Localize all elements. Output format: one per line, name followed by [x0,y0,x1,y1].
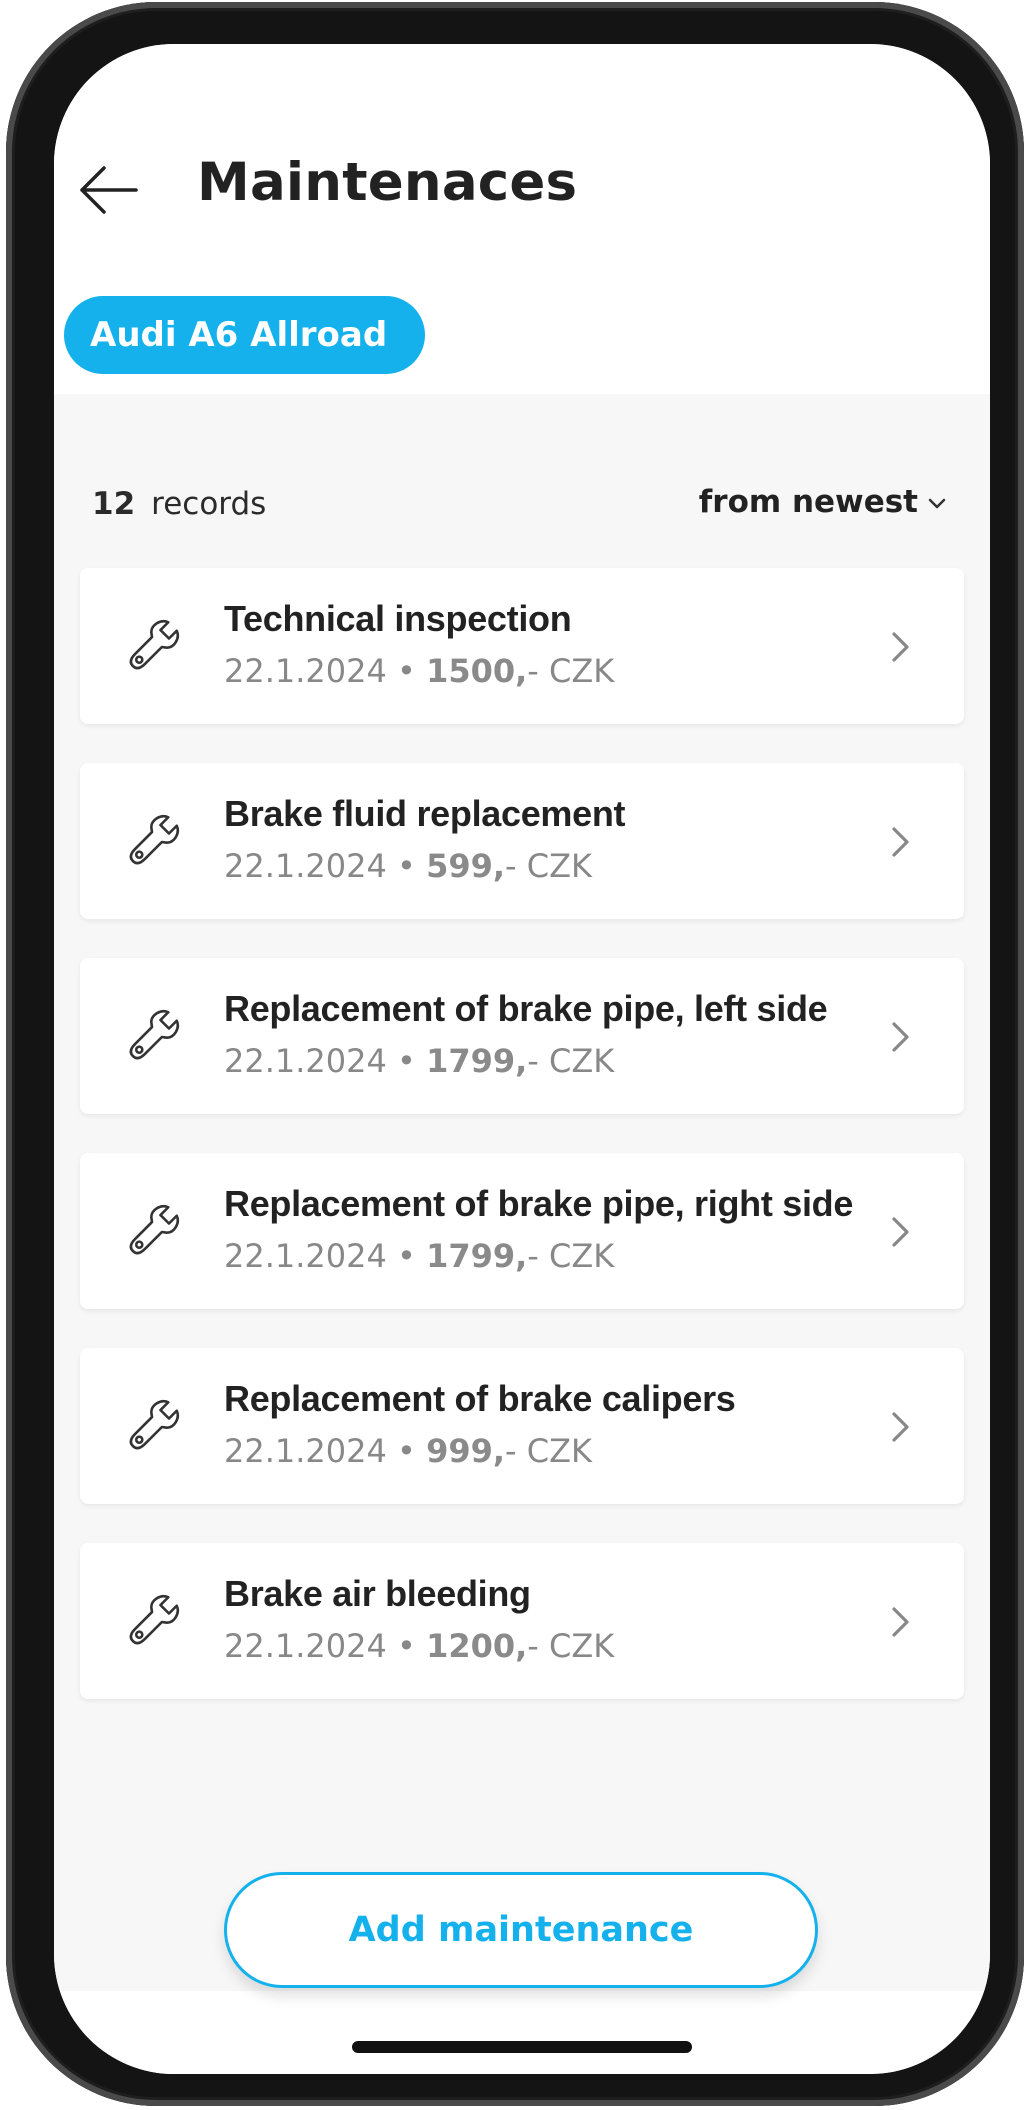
record-price: 1500, [426,652,528,690]
wrench-icon [129,620,179,670]
arrow-left-icon[interactable] [76,162,140,218]
record-separator: • [386,652,427,690]
record-date: 22.1.2024 [224,1432,387,1470]
record-separator: • [386,1627,427,1665]
app-header: Maintenaces [54,44,990,254]
record-price: 599, [426,847,506,885]
record-title: Replacement of brake pipe, left side [224,988,828,1029]
record-date: 22.1.2024 [224,652,387,690]
record-currency: - CZK [527,652,615,690]
record-title: Brake air bleeding [224,1573,531,1614]
maintenance-list: Technical inspection 22.1.2024 • 1500,- … [80,568,964,1738]
record-separator: • [386,1042,427,1080]
record-price: 1799, [426,1042,528,1080]
record-date: 22.1.2024 [224,847,387,885]
record-meta: 22.1.2024 • 999,- CZK [224,1432,592,1470]
app-screen: Maintenaces Audi A6 Allroad 12 records fr… [54,44,990,2074]
wrench-icon [129,815,179,865]
record-currency: - CZK [505,1432,592,1470]
record-title: Replacement of brake pipe, right side [224,1183,854,1224]
chevron-right-icon [892,1607,909,1637]
record-date: 22.1.2024 [224,1627,387,1665]
record-date: 22.1.2024 [224,1042,387,1080]
record-separator: • [386,847,427,885]
record-title: Technical inspection [224,598,572,639]
record-date: 22.1.2024 [224,1237,387,1275]
records-label: records [151,486,267,522]
list-item[interactable]: Brake fluid replacement 22.1.2024 • 599,… [80,763,964,919]
record-title: Replacement of brake calipers [224,1378,736,1419]
home-indicator[interactable] [352,2041,692,2053]
record-separator: • [386,1432,427,1470]
list-item[interactable]: Brake air bleeding 22.1.2024 • 1200,- CZ… [80,1543,964,1699]
record-meta: 22.1.2024 • 1200,- CZK [224,1627,614,1665]
bottom-safe-area [54,1991,990,2074]
record-meta: 22.1.2024 • 1799,- CZK [224,1237,614,1275]
records-count-value: 12 [92,486,136,522]
sort-dropdown[interactable]: from newest [699,484,946,520]
record-price: 1200, [426,1627,528,1665]
wrench-icon [129,1595,179,1645]
add-maintenance-button[interactable]: Add maintenance [224,1872,818,1988]
chevron-right-icon [892,827,909,857]
record-currency: - CZK [505,847,592,885]
phone-frame: Maintenaces Audi A6 Allroad 12 records fr… [6,2,1024,2106]
record-price: 1799, [426,1237,528,1275]
list-item[interactable]: Technical inspection 22.1.2024 • 1500,- … [80,568,964,724]
chevron-down-icon [928,498,946,508]
wrench-icon [129,1400,179,1450]
chevron-right-icon [892,1217,909,1247]
record-meta: 22.1.2024 • 1500,- CZK [224,652,614,690]
record-currency: - CZK [527,1042,615,1080]
sort-label: from newest [698,484,918,520]
record-currency: - CZK [527,1237,615,1275]
records-count: 12 records [92,486,266,522]
wrench-icon [129,1010,179,1060]
record-currency: - CZK [527,1627,615,1665]
wrench-icon [129,1205,179,1255]
list-item[interactable]: Replacement of brake calipers 22.1.2024 … [80,1348,964,1504]
record-meta: 22.1.2024 • 599,- CZK [224,847,592,885]
page-title: Maintenaces [197,152,578,213]
record-price: 999, [426,1432,506,1470]
maintenance-list-area: 12 records from newest Technical inspecti… [54,394,990,1991]
record-meta: 22.1.2024 • 1799,- CZK [224,1042,614,1080]
chevron-right-icon [892,1412,909,1442]
list-item[interactable]: Replacement of brake pipe, left side 22.… [80,958,964,1114]
chevron-right-icon [892,1022,909,1052]
chevron-right-icon [892,632,909,662]
record-separator: • [386,1237,427,1275]
vehicle-chip[interactable]: Audi A6 Allroad [64,296,426,374]
list-item[interactable]: Replacement of brake pipe, right side 22… [80,1153,964,1309]
record-title: Brake fluid replacement [224,793,626,834]
